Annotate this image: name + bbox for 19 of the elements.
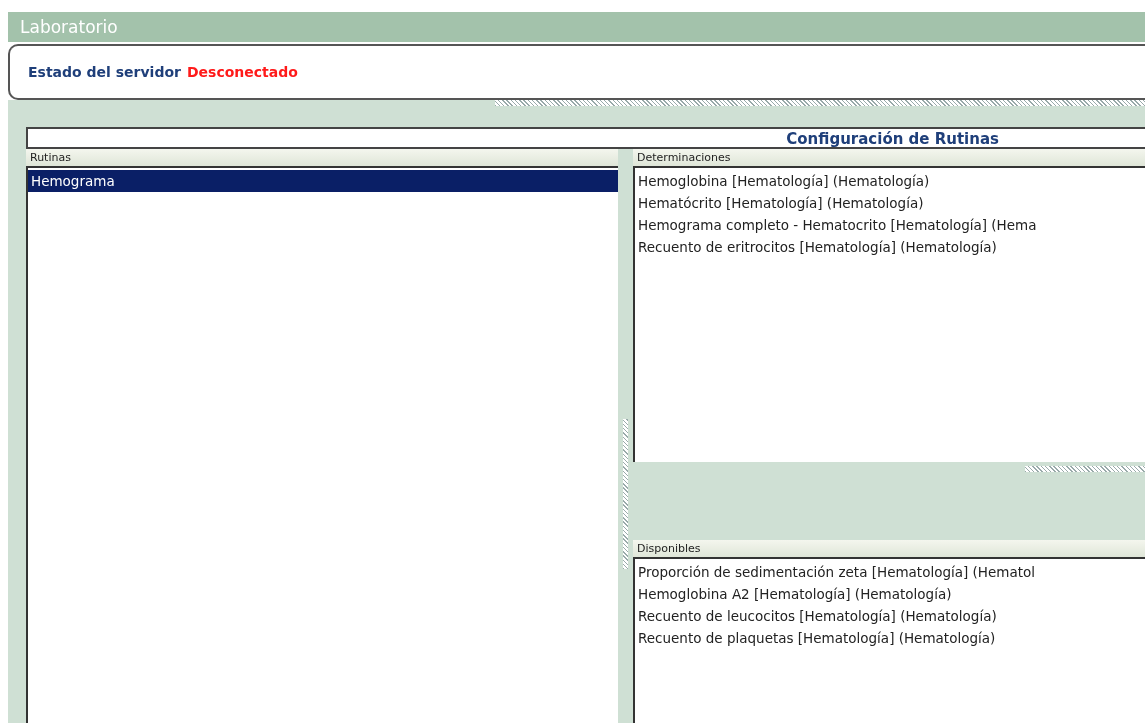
resize-grip[interactable]: [1025, 466, 1145, 472]
available-item[interactable]: Recuento de leucocitos [Hematología] (Hematología): [635, 605, 1145, 627]
resize-grip[interactable]: [495, 100, 1145, 106]
server-status-label: Estado del servidor: [28, 64, 181, 80]
list-header: Disponibles: [633, 540, 1145, 557]
determination-item[interactable]: Hematócrito [Hematología] (Hematología): [635, 192, 1145, 214]
determination-item[interactable]: Recuento de eritrocitos [Hematología] (Hematología): [635, 236, 1145, 258]
server-status-value: Desconectado: [186, 64, 298, 80]
determination-item[interactable]: Hemoglobina [Hematología] (Hematología): [635, 170, 1145, 192]
routine-item[interactable]: Hemograma: [28, 170, 618, 192]
section-title: Configuración de Rutinas: [786, 130, 999, 148]
window-title: Laboratorio: [20, 17, 118, 37]
vertical-splitter[interactable]: [623, 419, 628, 569]
list-header: Determinaciones: [633, 149, 1145, 166]
determination-item[interactable]: Hemograma completo - Hematocrito [Hematología] (Hema: [635, 214, 1145, 236]
list-header: Rutinas: [26, 149, 618, 166]
available-item[interactable]: Proporción de sedimentación zeta [Hematología] (Hematol: [635, 561, 1145, 583]
available-item[interactable]: Recuento de plaquetas [Hematología] (Hematología): [635, 627, 1145, 649]
available-item[interactable]: Hemoglobina A2 [Hematología] (Hematología): [635, 583, 1145, 605]
